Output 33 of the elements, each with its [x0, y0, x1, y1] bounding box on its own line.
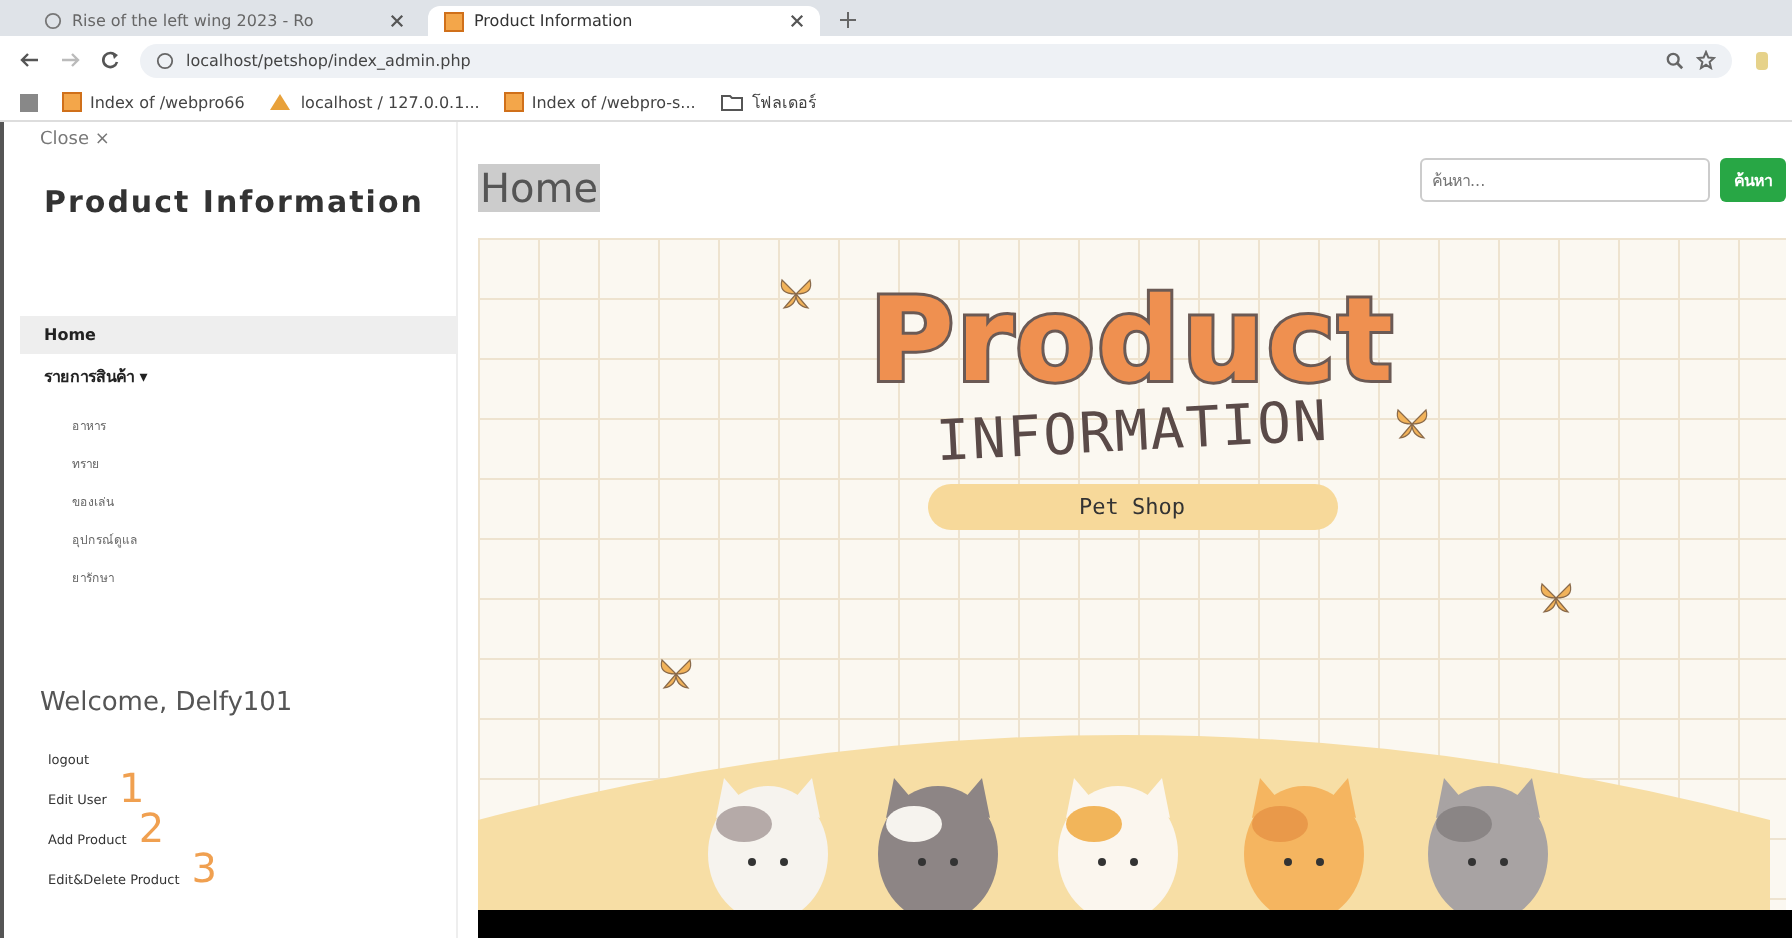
- page-icon: [503, 92, 524, 112]
- welcome-text: Welcome, Delfy101: [40, 688, 293, 718]
- page-icon: [62, 92, 82, 112]
- close-menu-link[interactable]: Close ×: [20, 130, 110, 150]
- reload-icon[interactable]: [100, 50, 120, 70]
- bookmark[interactable]: Index of /webpro-s...: [503, 92, 696, 112]
- menu-item[interactable]: รายการสินค้า ▾: [20, 354, 456, 400]
- sidebar-title: Product Information: [42, 182, 424, 220]
- address-bar[interactable]: localhost/petshop/index_admin.php: [140, 43, 1732, 77]
- annotation-number: 1: [118, 768, 145, 808]
- browser-tab[interactable]: Rise of the left wing 2023 - Ro: [28, 6, 420, 36]
- bookmark[interactable]: โฟลเดอร์: [719, 89, 816, 115]
- page-heading: Home: [478, 164, 601, 212]
- search-field[interactable]: ค้นหา...: [1420, 158, 1710, 202]
- close-icon[interactable]: [790, 14, 804, 28]
- butterfly-icon: [778, 278, 814, 310]
- close-icon[interactable]: [390, 14, 404, 28]
- menu-item[interactable]: Home: [20, 316, 456, 354]
- butterfly-icon: [658, 658, 694, 690]
- bookmark[interactable]: Index of /webpro66: [62, 92, 245, 112]
- browser-tab[interactable]: Product Information: [428, 6, 820, 36]
- back-arrow-icon[interactable]: [20, 50, 40, 70]
- plus-icon[interactable]: [840, 12, 856, 28]
- banner-tag: Pet Shop: [927, 484, 1337, 530]
- star-icon[interactable]: [1696, 50, 1716, 70]
- annotation-number: 2: [138, 808, 165, 848]
- bookmark[interactable]: localhost / 127.0.0.1...: [268, 92, 480, 112]
- page-icon: [444, 11, 464, 31]
- zoom-icon[interactable]: [1666, 51, 1684, 69]
- folder-icon: [719, 92, 744, 112]
- butterfly-icon: [1538, 582, 1574, 614]
- annotation-number: 3: [191, 848, 217, 888]
- butterfly-icon: [1394, 408, 1430, 440]
